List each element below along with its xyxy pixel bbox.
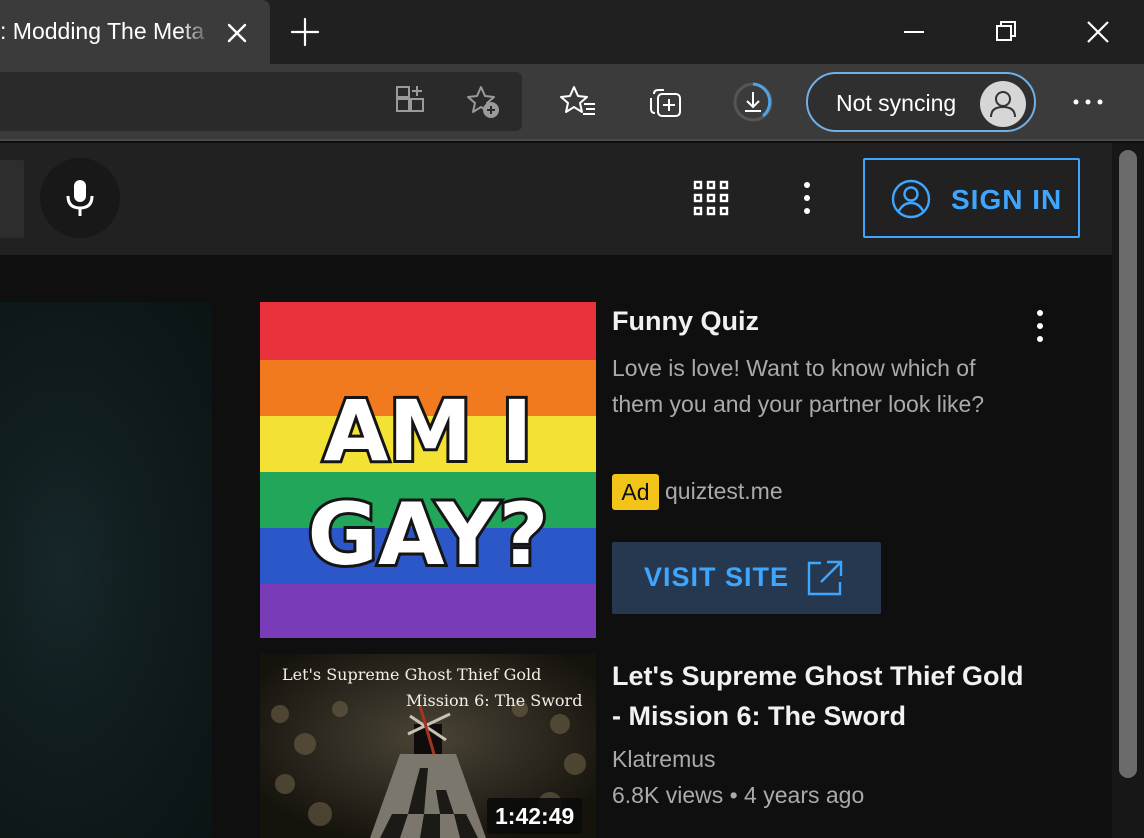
thumbnail-text-line2: GAY?: [307, 485, 548, 585]
window-close-icon[interactable]: [1078, 12, 1118, 52]
microphone-icon: [66, 180, 94, 216]
apps-add-icon[interactable]: [390, 82, 430, 122]
settings-more-vertical-icon[interactable]: [790, 177, 824, 219]
open-external-icon: [807, 560, 843, 596]
thumbnail-text-line1: AM I: [323, 382, 532, 480]
ad-thumbnail[interactable]: AM I GAY?: [260, 302, 596, 638]
minimize-icon[interactable]: [894, 12, 934, 52]
more-horizontal-icon[interactable]: [1070, 88, 1106, 116]
voice-search-button[interactable]: [40, 158, 120, 238]
video-channel-name[interactable]: Klatremus: [612, 746, 716, 773]
downloads-icon[interactable]: [733, 82, 773, 122]
visit-site-label: VISIT SITE: [644, 562, 790, 592]
browser-tab-active[interactable]: : Modding The Meta: [0, 0, 270, 64]
video-metadata: 6.8K views • 4 years ago: [612, 782, 865, 808]
address-bar[interactable]: [0, 72, 522, 131]
thumbnail-caption-line2: Mission 6: The Sword: [406, 691, 582, 710]
youtube-masthead: SIGN IN: [0, 143, 1112, 255]
account-circle-icon: [891, 179, 931, 219]
restore-icon[interactable]: [986, 12, 1026, 52]
ad-description: Love is love! Want to know which of them…: [612, 355, 985, 417]
thumbnail-caption-line1: Let's Supreme Ghost Thief Gold: [282, 665, 541, 684]
sign-in-label: SIGN IN: [951, 184, 1063, 215]
favorites-star-list-icon[interactable]: [558, 82, 598, 122]
browser-toolbar: Not syncing: [0, 64, 1144, 141]
ad-thumbnail-artwork: AM I GAY?: [304, 379, 551, 588]
search-button[interactable]: [0, 160, 24, 238]
video-player[interactable]: [0, 302, 212, 838]
ad-title[interactable]: Funny Quiz: [612, 306, 759, 337]
video-title[interactable]: Let's Supreme Ghost Thief Gold - Mission…: [612, 656, 1032, 736]
browser-tab-strip: : Modding The Meta: [0, 0, 1144, 64]
person-icon: [990, 91, 1016, 118]
tab-close-icon[interactable]: [224, 20, 250, 46]
tab-title: : Modding The Meta: [0, 18, 205, 44]
ad-badge: Ad: [612, 474, 659, 510]
youtube-apps-grid-icon[interactable]: [690, 177, 732, 219]
new-tab-plus-icon[interactable]: [289, 16, 321, 48]
page-scrollbar-thumb[interactable]: [1119, 150, 1137, 778]
sync-status-label: Not syncing: [836, 90, 957, 116]
star-plus-icon[interactable]: [463, 82, 503, 122]
video-duration-badge: 1:42:49: [487, 798, 583, 834]
collections-icon[interactable]: [646, 82, 686, 122]
profile-avatar: [980, 81, 1026, 127]
sign-in-button[interactable]: SIGN IN: [863, 158, 1080, 238]
ad-domain: quiztest.me: [665, 478, 783, 504]
profile-sync-button[interactable]: Not syncing: [806, 72, 1036, 132]
ad-more-vertical-icon[interactable]: [1026, 306, 1054, 346]
visit-site-button[interactable]: VISIT SITE: [612, 542, 881, 614]
